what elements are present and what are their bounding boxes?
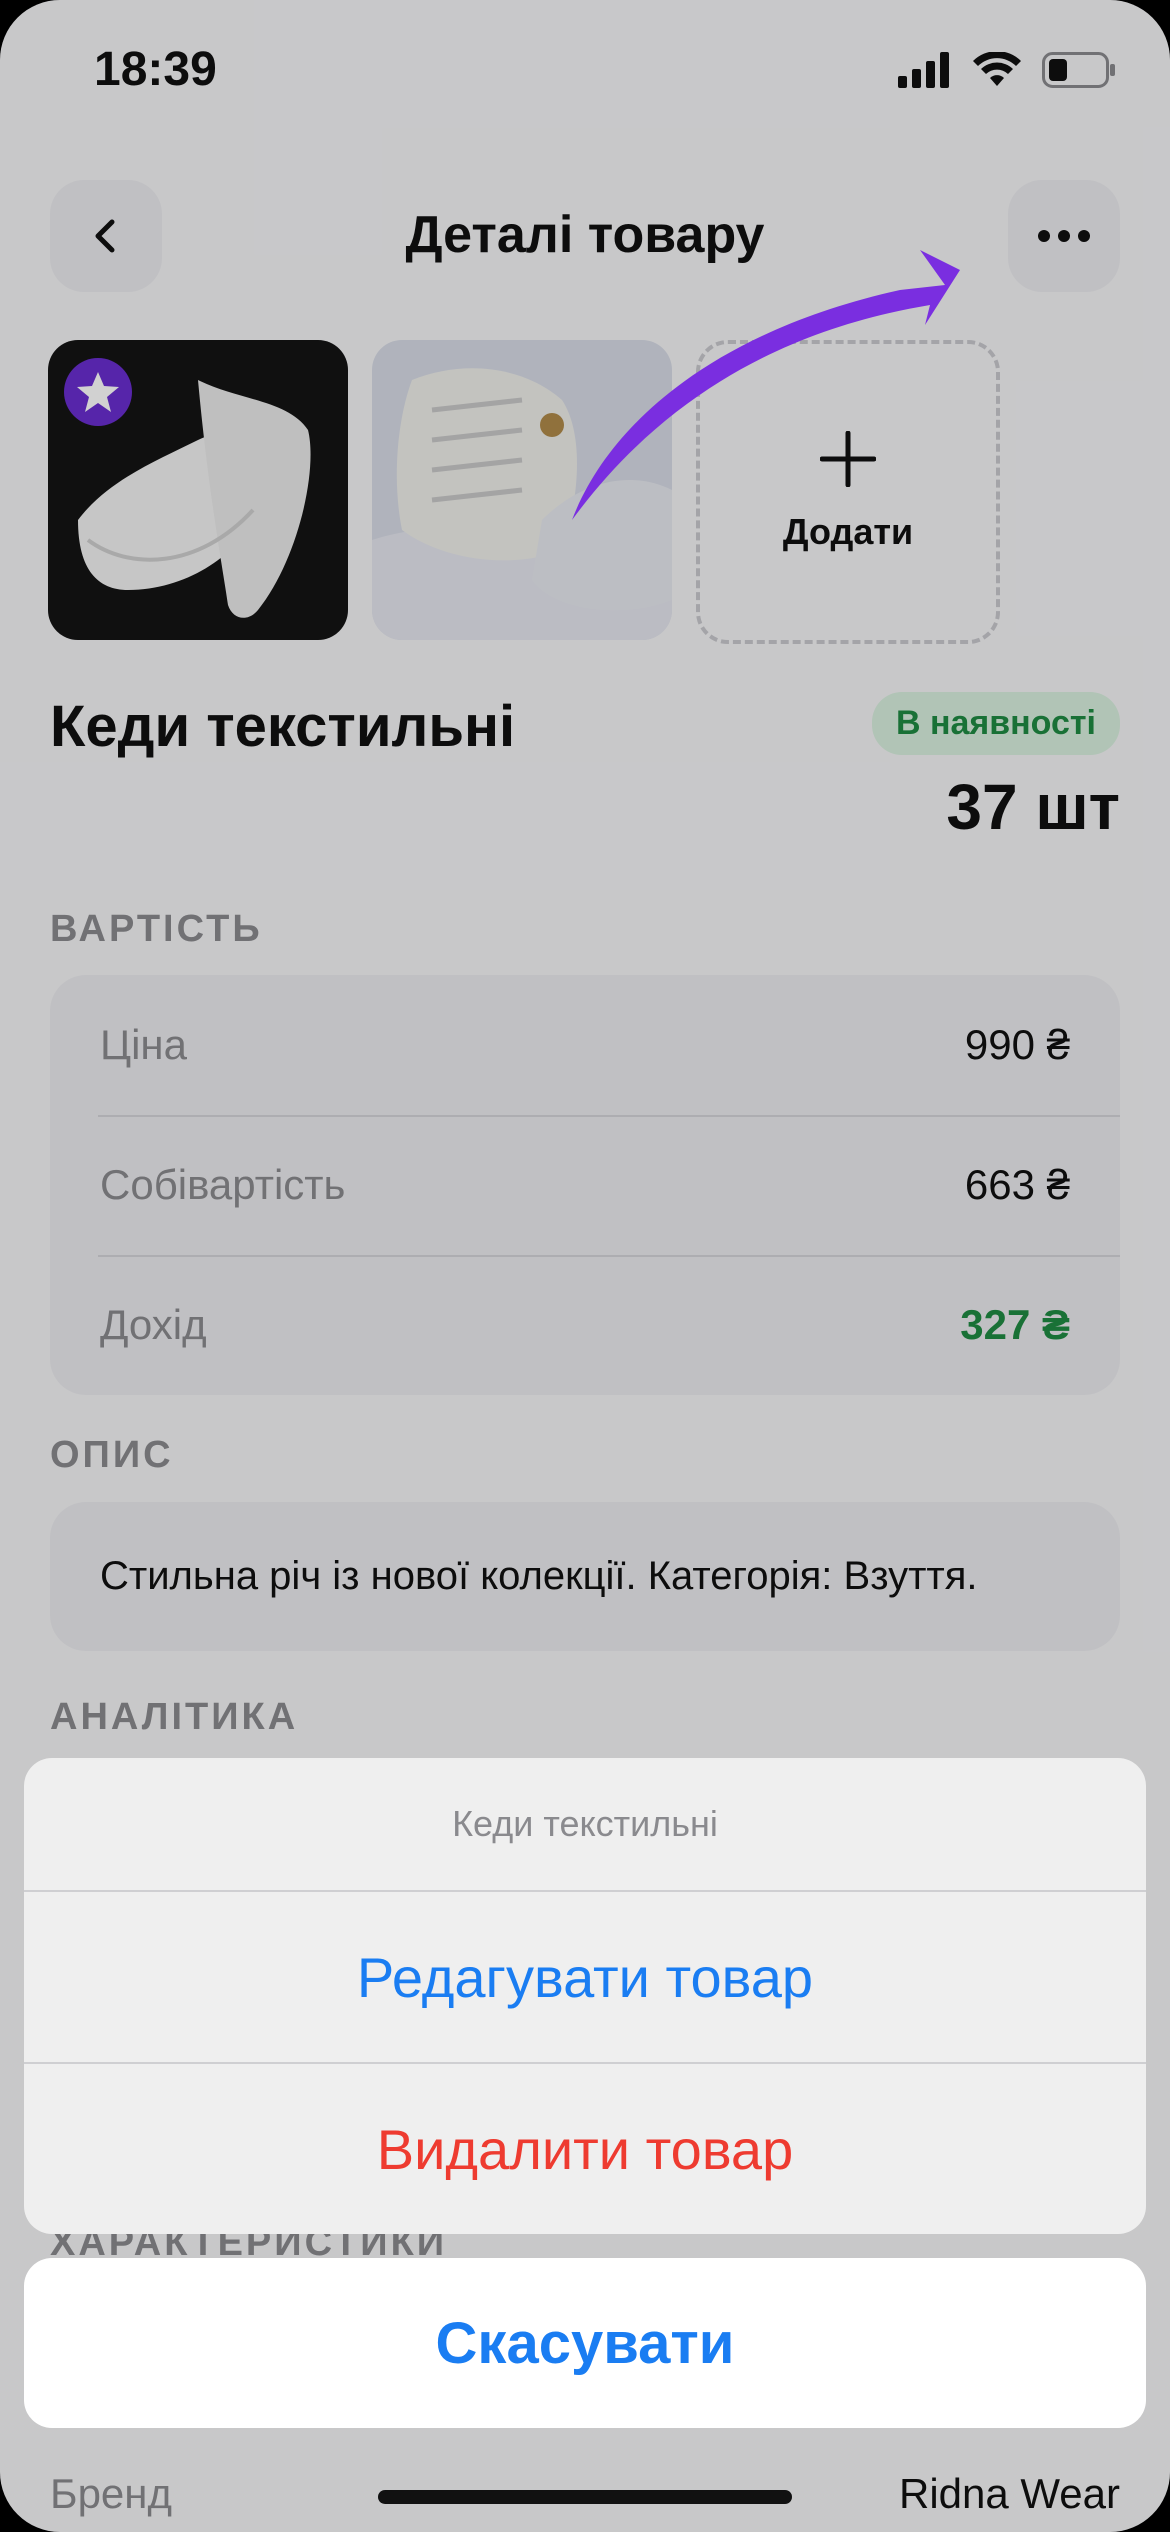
action-sheet-title: Кеди текстильні bbox=[24, 1758, 1146, 1892]
edit-product-button[interactable]: Редагувати товар bbox=[24, 1892, 1146, 2062]
action-sheet: Кеди текстильні Редагувати товар Видалит… bbox=[24, 1758, 1146, 2234]
home-indicator[interactable] bbox=[378, 2490, 792, 2504]
delete-product-button[interactable]: Видалити товар bbox=[24, 2062, 1146, 2234]
screen: 18:39 Деталі товару Додати Кеди текстиль… bbox=[0, 0, 1170, 2532]
cancel-button[interactable]: Скасувати bbox=[24, 2258, 1146, 2428]
